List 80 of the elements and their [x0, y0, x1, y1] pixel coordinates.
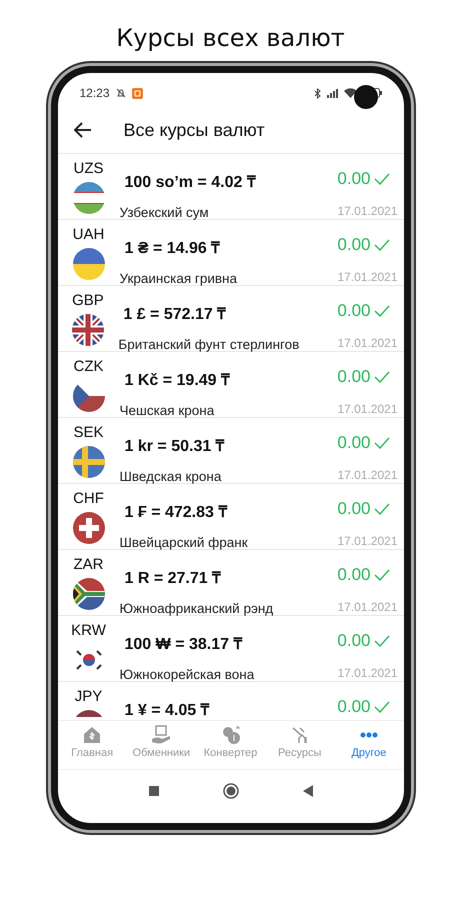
check-icon: [374, 305, 390, 317]
screen-title: Все курсы валют: [124, 120, 265, 140]
nav-tab[interactable]: Другое: [334, 721, 404, 769]
currency-name: Швейцарский франк: [120, 535, 249, 550]
currency-code: GBP: [72, 292, 104, 309]
exchange-rate: 100 ₩ = 38.17 ₸: [124, 635, 244, 654]
currency-name: Узбекский сум: [120, 205, 210, 220]
currency-name: Британский фунт стерлингов: [118, 337, 300, 352]
headline: Курсы всех валют: [115, 23, 346, 54]
hand-card-icon: [151, 725, 172, 745]
exchange-rate: 1 ¥ = 4.05 ₸: [124, 701, 211, 720]
currency-name: Южноафриканский рэнд: [120, 601, 274, 616]
currency-code: ZAR: [74, 556, 104, 573]
flag-icon: [72, 182, 104, 214]
check-icon: [374, 503, 390, 515]
flag-icon: [72, 248, 104, 280]
rate-date: 17.01.2021: [337, 204, 398, 218]
exchange-rate: 1 £ = 572.17 ₸: [122, 305, 228, 324]
exchange-rate: 1 Kč = 19.49 ₸: [124, 371, 232, 390]
rate-change: 0.00: [337, 433, 370, 453]
status-time: 12:23: [80, 86, 110, 100]
rate-change: 0.00: [337, 499, 370, 519]
rate-change: 0.00: [337, 367, 370, 387]
recents-button[interactable]: [148, 786, 158, 796]
check-icon: [374, 569, 390, 581]
exchange-rate: 1 kr = 50.31 ₸: [124, 437, 226, 456]
flag-icon: [72, 578, 104, 610]
flag-icon: [72, 314, 104, 346]
currency-name: Украинская гривна: [120, 271, 238, 286]
back-arrow-icon[interactable]: [74, 122, 92, 138]
rate-change: 0.00: [337, 565, 370, 585]
rate-change: 0.00: [337, 235, 370, 255]
signal-icon: [326, 88, 338, 98]
home-button[interactable]: [222, 783, 238, 799]
wifi-icon: [344, 88, 356, 98]
check-icon: [374, 635, 390, 647]
app-notification-icon: [132, 88, 143, 98]
currency-code: CHF: [73, 490, 104, 507]
currency-code: KRW: [71, 622, 106, 639]
nav-tab[interactable]: Конвертер: [196, 721, 266, 769]
bell-off-icon: [114, 87, 127, 99]
rate-date: 17.01.2021: [337, 468, 398, 482]
rate-date: 17.01.2021: [337, 270, 398, 284]
check-icon: [374, 371, 390, 383]
flag-icon: [72, 446, 104, 478]
exchange-rate: 1 ₣ = 472.83 ₸: [124, 503, 228, 522]
nav-tab[interactable]: Ресурсы: [265, 721, 334, 769]
check-icon: [374, 239, 390, 251]
coins-icon: [220, 725, 240, 745]
currency-name: Шведская крона: [120, 469, 222, 484]
rate-date: 17.01.2021: [337, 600, 398, 614]
exchange-rate: 1 R = 27.71 ₸: [124, 569, 222, 588]
nav-tab[interactable]: Обменники: [126, 721, 196, 769]
rate-date: 17.01.2021: [337, 402, 398, 416]
check-icon: [374, 437, 390, 449]
back-button[interactable]: [302, 785, 312, 797]
currency-code: CZK: [74, 358, 104, 375]
exchange-rate: 100 so’m = 4.02 ₸: [124, 173, 257, 192]
rate-change: 0.00: [337, 697, 370, 717]
currency-code: UAH: [72, 226, 104, 243]
rate-date: 17.01.2021: [337, 534, 398, 548]
bluetooth-icon: [314, 88, 322, 98]
front-camera: [354, 85, 378, 109]
exchange-rate: 1 ₴ = 14.96 ₸: [124, 239, 222, 258]
check-icon: [374, 173, 390, 185]
currency-code: UZS: [74, 160, 104, 177]
flag-icon: [72, 512, 104, 544]
rate-change: 0.00: [337, 169, 370, 189]
more-icon: [358, 732, 379, 738]
nav-tab[interactable]: Главная: [58, 721, 127, 769]
rate-date: 17.01.2021: [337, 336, 398, 350]
currency-name: Чешская крона: [120, 403, 216, 418]
currency-code: SEK: [73, 424, 104, 441]
currency-code: JPY: [74, 688, 102, 705]
rate-change: 0.00: [337, 631, 370, 651]
rate-date: 17.01.2021: [337, 666, 398, 680]
check-icon: [374, 701, 390, 713]
rate-change: 0.00: [337, 301, 370, 321]
house-icon: [82, 725, 102, 745]
currency-name: Южнокорейская вона: [120, 667, 256, 682]
